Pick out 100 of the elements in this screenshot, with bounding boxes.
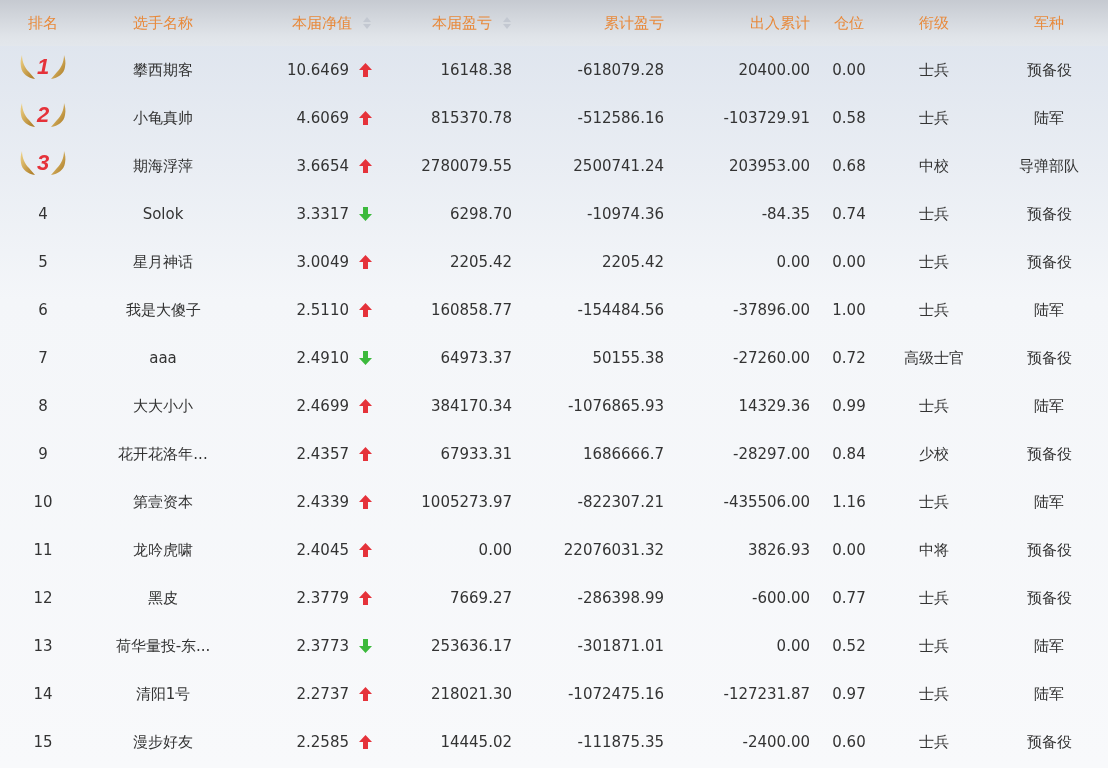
rank-number: 2	[36, 103, 50, 126]
table-cell: 陆军	[1034, 684, 1064, 703]
table-cell-text: 2.5110	[296, 299, 349, 321]
table-cell: 陆军	[1034, 108, 1064, 127]
table-cell: 我是大傻子	[125, 300, 201, 319]
table-cell: -28297.00	[733, 444, 810, 463]
table-cell-text: 3.3317	[296, 203, 349, 225]
table-cell: 2205.42	[449, 252, 512, 271]
table-cell: 1005273.97	[421, 492, 512, 511]
table-cell: 384170.34	[430, 396, 512, 415]
table-cell: -301871.01	[577, 636, 664, 655]
table-cell: 16148.38	[440, 60, 512, 79]
table-cell: 第壹资本	[133, 492, 193, 511]
column-header: 仓位	[834, 13, 864, 32]
table-cell: 星月神话	[133, 252, 193, 271]
table-cell: 0.00	[776, 252, 810, 271]
table-cell: 期海浮萍	[133, 156, 193, 175]
table-cell: aaa	[149, 348, 177, 367]
table-cell-text: 3.0049	[296, 251, 349, 273]
rank-number: 14	[33, 684, 53, 703]
table-cell: 815370.78	[430, 108, 512, 127]
table-cell: -154484.56	[577, 300, 664, 319]
table-cell: 士兵	[919, 636, 949, 655]
table-cell: 0.00	[832, 60, 866, 79]
table-cell-text: 2.2737	[296, 683, 349, 705]
table-cell: 0.99	[832, 396, 866, 415]
table-cell: 预备役	[1026, 732, 1072, 751]
table-cell: 2205.42	[601, 252, 664, 271]
table-cell-text: 4.6069	[296, 107, 349, 129]
table-cell: -10974.36	[587, 204, 664, 223]
table-cell: 7669.27	[449, 588, 512, 607]
sort-icon[interactable]	[362, 16, 372, 30]
table-cell: 小龟真帅	[133, 108, 193, 127]
table-cell: 1.16	[832, 492, 866, 511]
table-cell: 陆军	[1034, 300, 1064, 319]
table-cell: 1.00	[832, 300, 866, 319]
table-cell-text: 10.6469	[286, 59, 349, 81]
table-cell: 203953.00	[728, 156, 810, 175]
table-cell: 预备役	[1026, 588, 1072, 607]
table-cell: 218021.30	[430, 684, 512, 703]
table-cell: 预备役	[1026, 444, 1072, 463]
table-cell: 士兵	[919, 588, 949, 607]
rank-number: 3	[36, 151, 50, 174]
sort-icon[interactable]	[502, 16, 512, 30]
table-cell: -512586.16	[577, 108, 664, 127]
table-cell: 0.72	[832, 348, 866, 367]
table-cell-text: 2.4045	[296, 539, 349, 561]
table-cell: 64973.37	[440, 348, 512, 367]
table-cell: 陆军	[1034, 492, 1064, 511]
table-cell: 2500741.24	[573, 156, 664, 175]
table-cell: 0.60	[832, 732, 866, 751]
table-cell: -37896.00	[733, 300, 810, 319]
table-cell: 0.00	[478, 540, 512, 559]
table-cell: 士兵	[919, 492, 949, 511]
table-cell: -822307.21	[577, 492, 664, 511]
column-header: 本届盈亏	[432, 12, 492, 34]
column-header: 衔级	[919, 13, 949, 32]
table-cell: -435506.00	[723, 492, 810, 511]
table-cell-text: 2.3773	[296, 635, 349, 657]
table-cell: -27260.00	[733, 348, 810, 367]
table-cell: 陆军	[1034, 636, 1064, 655]
table-cell: 龙吟虎啸	[133, 540, 193, 559]
table-cell: Solok	[142, 204, 184, 223]
column-header: 出入累计	[750, 13, 810, 32]
table-cell: 67933.31	[440, 444, 512, 463]
table-cell: -111875.35	[577, 732, 664, 751]
rank-number: 4	[38, 204, 48, 223]
column-header: 选手名称	[133, 13, 193, 32]
table-cell: 高级士官	[904, 348, 964, 367]
table-cell: 少校	[919, 444, 949, 463]
rank-number: 9	[38, 444, 48, 463]
rank-number: 15	[33, 732, 53, 751]
table-cell: 14329.36	[738, 396, 810, 415]
table-cell: 0.58	[832, 108, 866, 127]
table-cell: -600.00	[752, 588, 810, 607]
rank-number: 6	[38, 300, 48, 319]
table-cell: 253636.17	[430, 636, 512, 655]
table-cell: 50155.38	[592, 348, 664, 367]
table-cell: 22076031.32	[563, 540, 664, 559]
table-cell-text: 2.4357	[296, 443, 349, 465]
table-cell-text: 2.3779	[296, 587, 349, 609]
table-cell-text: 3.6654	[296, 155, 349, 177]
table-cell: 160858.77	[430, 300, 512, 319]
table-cell: 荷华量投-东...	[115, 636, 211, 655]
column-header: 累计盈亏	[604, 13, 664, 32]
table-cell: 士兵	[919, 300, 949, 319]
table-cell: 士兵	[919, 684, 949, 703]
table-cell: -103729.91	[723, 108, 810, 127]
column-header: 军种	[1034, 13, 1064, 32]
rank-number: 10	[33, 492, 53, 511]
table-cell: 大大小小	[133, 396, 193, 415]
table-cell: 预备役	[1026, 252, 1072, 271]
table-cell: 预备役	[1026, 348, 1072, 367]
table-cell: 士兵	[919, 108, 949, 127]
table-cell: 黑皮	[148, 588, 178, 607]
rank-number: 12	[33, 588, 53, 607]
table-cell: 预备役	[1026, 204, 1072, 223]
table-cell: 士兵	[919, 60, 949, 79]
table-cell: 14445.02	[440, 732, 512, 751]
table-cell: 中将	[919, 540, 949, 559]
